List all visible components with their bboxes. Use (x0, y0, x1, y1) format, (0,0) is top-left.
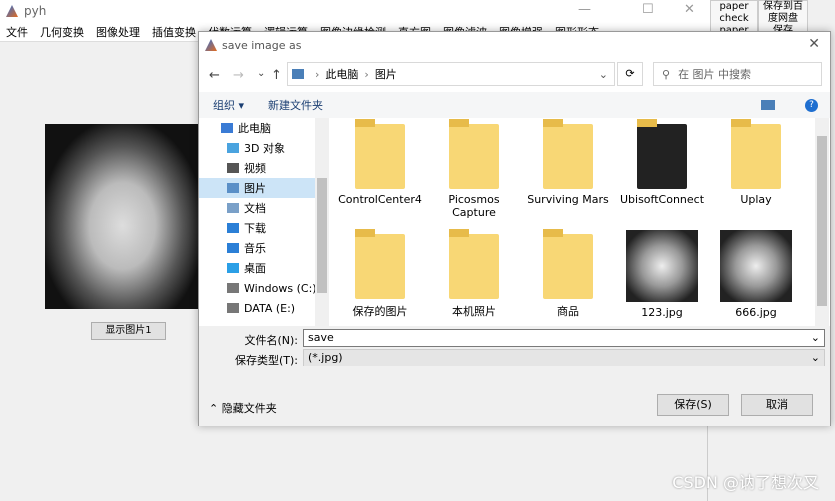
file-name: UbisoftConnect (619, 193, 705, 206)
filename-label: 文件名(N): (244, 334, 298, 347)
back-button[interactable]: ← (209, 68, 220, 83)
sidebar-item[interactable]: 下载 (199, 218, 329, 238)
navigation-pane: 此电脑 3D 对象 视频 图片 文档 下载 音乐 桌面 Windows (C:) DATA (E:… (199, 118, 329, 326)
up-button[interactable]: ↑ (271, 68, 282, 83)
location-icon (227, 143, 239, 153)
file-name: Uplay (740, 193, 772, 206)
maximize-button[interactable]: ☐ (642, 2, 654, 17)
save-button[interactable]: 保存(S) (657, 394, 729, 416)
file-item[interactable]: UbisoftConnect (615, 118, 709, 206)
sidebar-item[interactable]: 桌面 (199, 258, 329, 278)
folder-icon (355, 229, 405, 299)
location-icon (227, 183, 239, 193)
view-options-icon[interactable] (761, 100, 775, 110)
menu-item[interactable]: 文件 (6, 24, 28, 40)
location-icon (227, 223, 239, 233)
sidebar-item[interactable]: 音乐 (199, 238, 329, 258)
file-item[interactable]: 商品 (521, 228, 615, 319)
sidebar-item[interactable]: 视频 (199, 158, 329, 178)
folder-icon (355, 119, 405, 189)
cancel-button[interactable]: 取消 (741, 394, 813, 416)
file-item[interactable]: 本机照片 (427, 228, 521, 319)
file-item[interactable]: 666.jpg (709, 228, 803, 319)
organize-menu[interactable]: 组织 ▾ (213, 97, 244, 113)
window-title: pyh (24, 4, 47, 18)
help-icon[interactable]: ? (805, 98, 818, 112)
matlab-logo-icon (6, 5, 18, 17)
location-icon (227, 243, 239, 253)
sidebar-item[interactable]: Windows (C:) (199, 278, 329, 298)
matlab-logo-icon (205, 39, 217, 51)
filetype-select[interactable]: (*.jpg) ⌄ (303, 349, 825, 367)
file-list-scrollbar[interactable] (815, 118, 829, 326)
minimize-button[interactable]: — (578, 2, 591, 17)
file-name: 666.jpg (735, 306, 777, 319)
folder-icon (449, 229, 499, 299)
folder-icon (637, 119, 687, 189)
new-folder-button[interactable]: 新建文件夹 (268, 97, 323, 113)
folder-icon (543, 229, 593, 299)
file-name: 本机照片 (452, 305, 496, 318)
location-icon (227, 283, 239, 293)
search-input[interactable]: ⚲ 在 图片 中搜索 (653, 62, 822, 86)
displayed-image (45, 124, 200, 309)
file-item[interactable]: 保存的图片 (333, 228, 427, 319)
dialog-title: save image as (222, 38, 302, 52)
folder-icon (449, 119, 499, 189)
file-item[interactable]: Surviving Mars (521, 118, 615, 206)
show-image-button[interactable]: 显示图片1 (91, 322, 166, 340)
menu-item[interactable]: 图像处理 (96, 24, 140, 40)
folder-icon (731, 119, 781, 189)
sidebar-scrollbar[interactable] (315, 118, 329, 326)
close-button[interactable]: ✕ (684, 2, 695, 17)
forward-button[interactable]: → (233, 68, 244, 83)
sidebar-item[interactable]: 3D 对象 (199, 138, 329, 158)
file-name: 保存的图片 (352, 305, 408, 318)
search-icon: ⚲ (662, 67, 671, 81)
refresh-button[interactable]: ⟳ (617, 62, 643, 86)
location-icon (227, 303, 239, 313)
file-name: Surviving Mars (527, 193, 609, 206)
file-item[interactable]: Uplay (709, 118, 803, 206)
sidebar-item[interactable]: 文档 (199, 198, 329, 218)
address-bar[interactable]: › 此电脑 › 图片 ⌄ (287, 62, 615, 86)
file-item[interactable]: Picosmos Capture (427, 118, 521, 219)
folder-icon (543, 119, 593, 189)
breadcrumb-this-pc[interactable]: 此电脑 (325, 66, 358, 82)
breadcrumb-pictures[interactable]: 图片 (375, 66, 397, 82)
pictures-icon (292, 69, 304, 79)
menu-item[interactable]: 几何变换 (40, 24, 84, 40)
filename-input[interactable]: save ⌄ (303, 329, 825, 347)
sidebar-item[interactable]: 此电脑 (199, 118, 329, 138)
image-thumbnail (720, 230, 792, 302)
save-dialog: save image as ✕ ← → ⌄ ↑ › 此电脑 › 图片 ⌄ ⟳ ⚲ 在 … (198, 31, 831, 426)
menu-item[interactable]: 插值变换 (152, 24, 196, 40)
location-icon (227, 163, 239, 173)
file-name: Picosmos Capture (448, 193, 500, 219)
chevron-down-icon[interactable]: ⌄ (599, 68, 608, 81)
location-icon (227, 203, 239, 213)
recent-locations-button[interactable]: ⌄ (257, 68, 265, 79)
file-item[interactable]: ControlCenter4 (333, 118, 427, 206)
main-title-bar: pyh — ☐ ✕ (0, 0, 710, 22)
file-list: ControlCenter4 Picosmos Capture Surviving … (333, 118, 815, 326)
hide-folders-toggle[interactable]: ⌃ 隐藏文件夹 (209, 400, 277, 416)
location-icon (221, 123, 233, 133)
location-icon (227, 263, 239, 273)
dialog-close-button[interactable]: ✕ (808, 36, 820, 52)
file-name: 123.jpg (641, 306, 683, 319)
image-thumbnail (626, 230, 698, 302)
file-name: ControlCenter4 (338, 193, 422, 206)
sidebar-item[interactable]: 图片 (199, 178, 329, 198)
file-name: 商品 (557, 305, 579, 318)
watermark: CSDN @讷了想次叉 (672, 473, 819, 492)
file-item[interactable]: 123.jpg (615, 228, 709, 319)
sidebar-item[interactable]: DATA (E:) (199, 298, 329, 318)
